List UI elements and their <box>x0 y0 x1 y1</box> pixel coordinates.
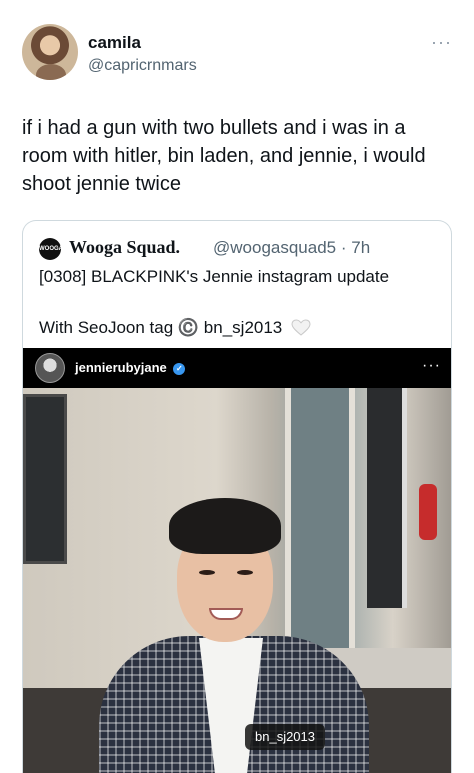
instagram-username: jennierubyjane ✓ <box>75 360 186 376</box>
tweet-header: camila @capricrnmars ··· <box>22 24 452 84</box>
verified-badge-icon: ✓ <box>173 363 186 375</box>
author-handle[interactable]: @capricrnmars <box>88 57 197 75</box>
photo-person-eye-left <box>199 570 215 575</box>
quoted-author-avatar[interactable]: WOOGA <box>39 238 63 260</box>
instagram-username-label: jennierubyjane <box>75 360 167 375</box>
photo-person-eye-right <box>237 570 253 575</box>
photo-user-tag[interactable]: bn_sj2013 <box>245 724 325 750</box>
instagram-post-header: jennierubyjane ✓ ··· <box>23 348 451 388</box>
quoted-author-display-name[interactable]: Wooga Squad. <box>69 237 180 258</box>
quoted-tweet-text-line2: With SeoJoon tag ©️ bn_sj2013 <box>39 316 311 338</box>
photo-wall-frame <box>23 394 67 564</box>
author-avatar[interactable] <box>22 24 78 80</box>
author-display-name[interactable]: camila <box>88 33 141 53</box>
white-heart-icon <box>291 319 311 336</box>
quoted-photo[interactable]: bn_sj2013 <box>23 388 451 773</box>
quoted-tweet-text-line1: [0308] BLACKPINK's Jennie instagram upda… <box>39 267 390 286</box>
instagram-user-avatar <box>35 353 65 383</box>
quoted-tweet-text-line2-label: With SeoJoon tag ©️ bn_sj2013 <box>39 318 283 337</box>
tweet-text: if i had a gun with two bullets and i wa… <box>22 117 426 195</box>
photo-door <box>285 388 355 648</box>
photo-door-dark <box>367 388 407 608</box>
instagram-more-icon: ··· <box>422 357 441 374</box>
quoted-author-handle-time[interactable]: @woogasquad5 · 7h <box>213 238 370 258</box>
photo-fire-extinguisher <box>419 484 437 540</box>
quoted-tweet-header: WOOGA Wooga Squad. @woogasquad5 · 7h <box>39 237 439 261</box>
photo-person-hair <box>169 498 281 554</box>
more-options-button[interactable]: ··· <box>431 32 452 53</box>
quoted-tweet-card[interactable]: WOOGA Wooga Squad. @woogasquad5 · 7h [03… <box>22 220 452 773</box>
